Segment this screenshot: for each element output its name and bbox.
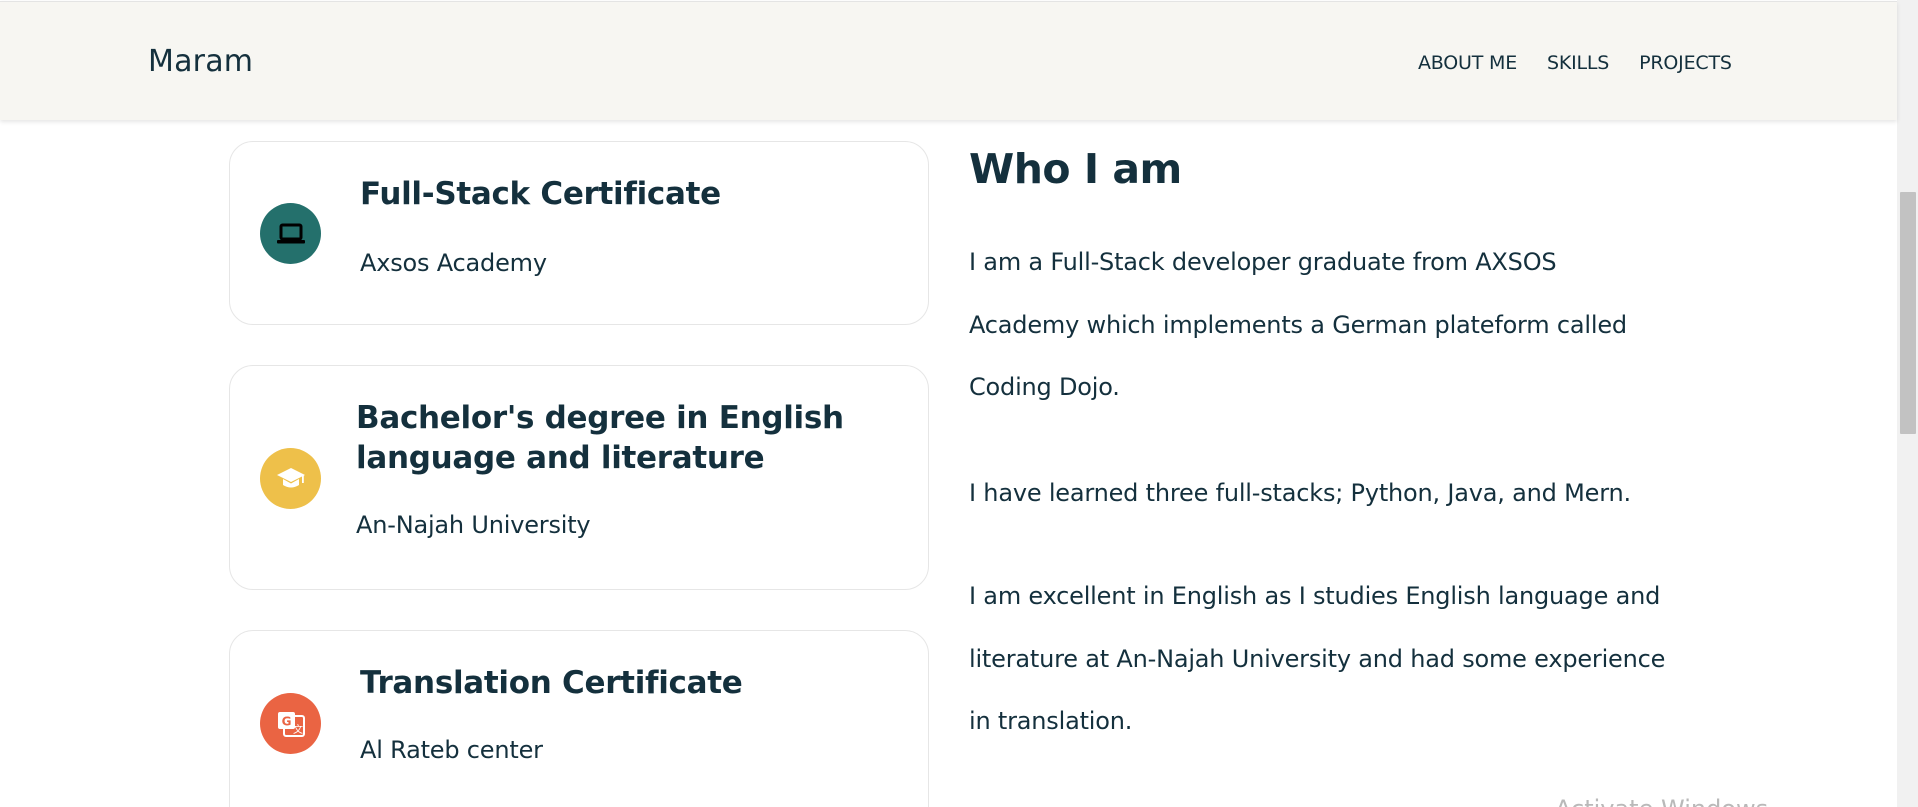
- svg-text:G: G: [281, 714, 291, 728]
- degree-card: Bachelor's degree in English language an…: [229, 365, 929, 590]
- card-subtitle: An-Najah University: [356, 511, 591, 539]
- page: Maram ABOUT ME SKILLS PROJECTS Full-Stac…: [0, 0, 1918, 807]
- card-subtitle: Al Rateb center: [360, 736, 543, 764]
- scrollbar-thumb[interactable]: [1900, 192, 1916, 434]
- card-title: Bachelor's degree in English language an…: [356, 400, 844, 476]
- about-paragraph: I am excellent in English as I studies E…: [969, 582, 1666, 735]
- about-title: Who I am: [969, 145, 1182, 193]
- card-subtitle: Axsos Academy: [360, 249, 547, 277]
- graduation-cap-icon: [260, 448, 321, 509]
- about-section: Who I am I am a Full-Stack developer gra…: [969, 142, 1689, 735]
- nav-link-skills[interactable]: SKILLS: [1547, 52, 1609, 74]
- card-title: Translation Certificate: [360, 665, 743, 701]
- activate-windows-watermark: Activate Windows: [1555, 795, 1768, 807]
- nav-link-projects[interactable]: PROJECTS: [1639, 52, 1732, 74]
- translate-icon: G 文: [260, 693, 321, 754]
- nav-link-about-me[interactable]: ABOUT ME: [1418, 52, 1517, 74]
- certificate-card: Full-Stack Certificate Axsos Academy: [229, 141, 929, 325]
- about-paragraph: I have learned three full-stacks; Python…: [969, 479, 1631, 507]
- navbar: Maram ABOUT ME SKILLS PROJECTS: [0, 1, 1897, 120]
- about-paragraph: I am a Full-Stack developer graduate fro…: [969, 248, 1627, 401]
- svg-text:文: 文: [293, 723, 303, 736]
- brand-logo[interactable]: Maram: [148, 44, 253, 79]
- card-title: Full-Stack Certificate: [360, 176, 721, 212]
- nav-links: ABOUT ME SKILLS PROJECTS: [1418, 52, 1732, 74]
- laptop-icon: [260, 203, 321, 264]
- translation-card: G 文 Translation Certificate Al Rateb cen…: [229, 630, 929, 807]
